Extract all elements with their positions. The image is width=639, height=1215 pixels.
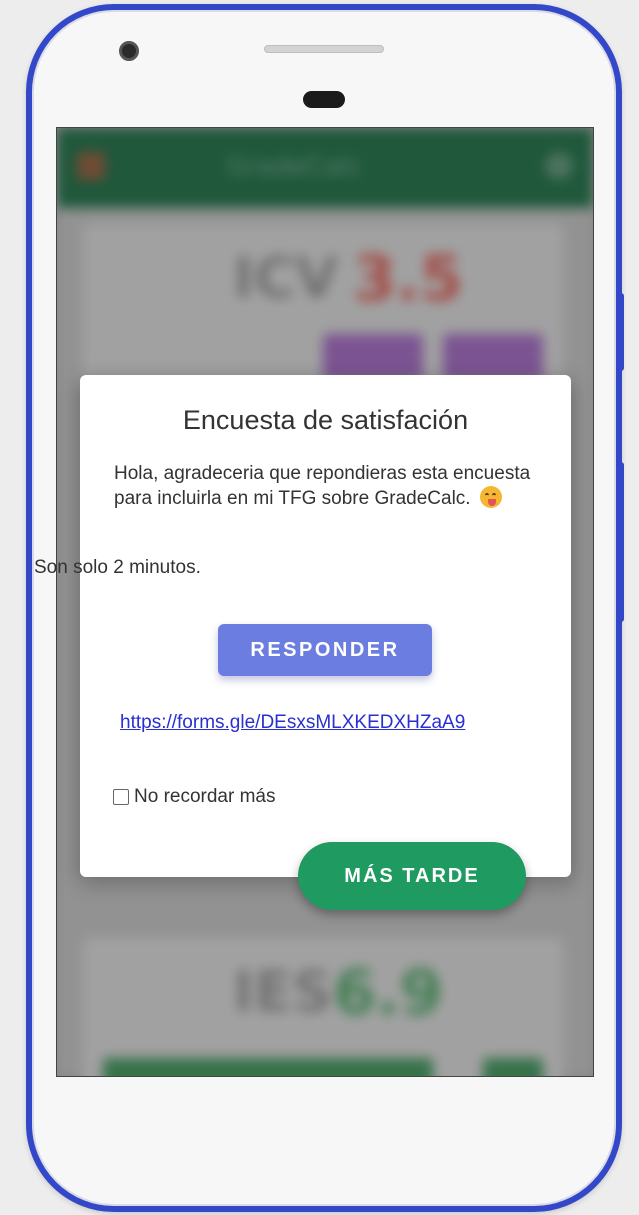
respond-button[interactable]: RESPONDER: [218, 624, 432, 676]
front-camera: [119, 41, 139, 61]
yum-face-icon: [479, 486, 502, 508]
power-button: [618, 293, 624, 371]
dont-remind-row[interactable]: No recordar más: [113, 786, 276, 808]
dont-remind-checkbox[interactable]: [113, 789, 129, 805]
dialog-body-text: Hola, agradeceria que repondieras esta e…: [114, 463, 531, 509]
survey-link[interactable]: https://forms.gle/DEsxsMLXKEDXHZaA9: [120, 712, 465, 734]
dont-remind-label[interactable]: No recordar más: [134, 786, 276, 808]
later-button[interactable]: MÁS TARDE: [298, 842, 526, 910]
dialog-title: Encuesta de satisfación: [182, 405, 469, 435]
volume-button: [618, 462, 624, 622]
dialog-subtext: Son solo 2 minutos.: [34, 557, 201, 578]
proximity-sensor: [303, 91, 345, 108]
speaker-grille: [264, 45, 384, 53]
dialog-body: Hola, agradeceria que repondieras esta e…: [114, 462, 544, 511]
